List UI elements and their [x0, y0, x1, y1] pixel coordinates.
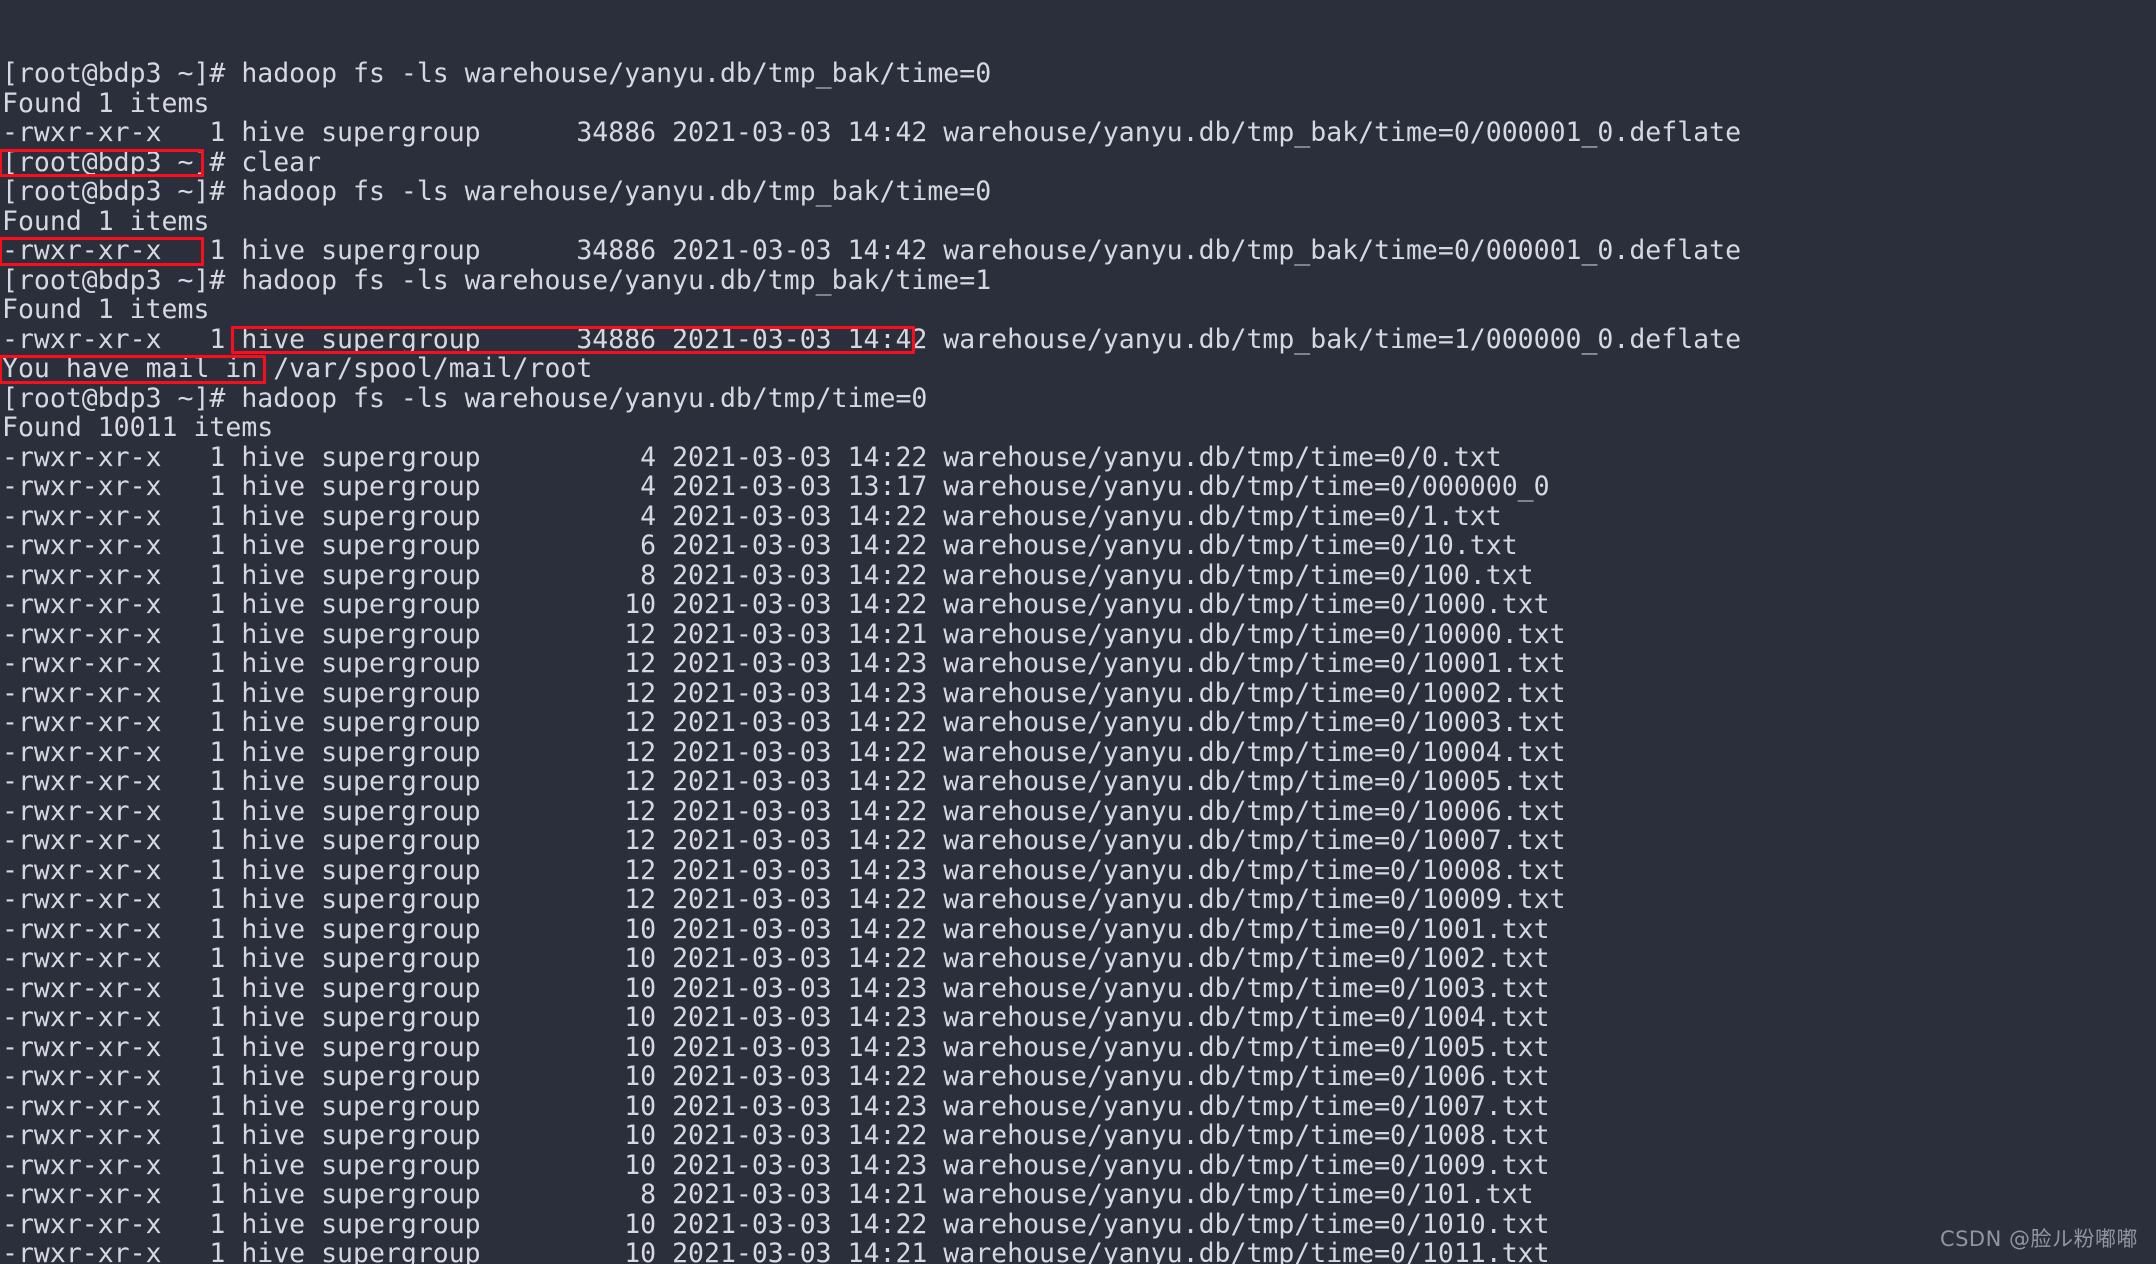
terminal-line: -rwxr-xr-x 1 hive supergroup 4 2021-03-0… [2, 441, 1502, 473]
terminal-line: -rwxr-xr-x 1 hive supergroup 12 2021-03-… [2, 795, 1566, 827]
terminal-line: -rwxr-xr-x 1 hive supergroup 10 2021-03-… [2, 1149, 1550, 1181]
terminal-line: -rwxr-xr-x 1 hive supergroup 10 2021-03-… [2, 589, 1550, 620]
terminal-output: [root@bdp3 ~]# hadoop fs -ls warehouse/y… [2, 59, 2156, 1264]
terminal-line: -rwxr-xr-x 1 hive supergroup 10 2021-03-… [2, 1061, 1550, 1092]
terminal-line: Found 10011 items [2, 412, 274, 443]
terminal-line: [root@bdp3 ~]# hadoop fs -ls warehouse/y… [2, 176, 992, 207]
terminal-line: -rwxr-xr-x 1 hive supergroup 6 2021-03-0… [2, 530, 1518, 561]
terminal-line: [root@bdp3 ~]# hadoop fs -ls warehouse/y… [2, 58, 992, 89]
terminal-line: [root@bdp3 ~]# hadoop fs -ls warehouse/y… [2, 264, 992, 296]
terminal-line: [root@bdp3 ~]# hadoop fs -ls warehouse/y… [2, 382, 928, 414]
terminal-line: -rwxr-xr-x 1 hive supergroup 10 2021-03-… [2, 972, 1550, 1004]
terminal-line: -rwxr-xr-x 1 hive supergroup 8 2021-03-0… [2, 1179, 1534, 1210]
terminal-line: Found 1 items [2, 205, 210, 237]
terminal-line: -rwxr-xr-x 1 hive supergroup 10 2021-03-… [2, 1031, 1550, 1063]
terminal-line: -rwxr-xr-x 1 hive supergroup 12 2021-03-… [2, 854, 1566, 886]
terminal-line: -rwxr-xr-x 1 hive supergroup 12 2021-03-… [2, 648, 1566, 679]
terminal-line: -rwxr-xr-x 1 hive supergroup 10 2021-03-… [2, 1002, 1550, 1033]
terminal-line: -rwxr-xr-x 1 hive supergroup 10 2021-03-… [2, 1238, 1550, 1264]
terminal-line: -rwxr-xr-x 1 hive supergroup 4 2021-03-0… [2, 471, 1550, 502]
terminal-line: -rwxr-xr-x 1 hive supergroup 10 2021-03-… [2, 913, 1550, 945]
terminal-window[interactable]: [root@bdp3 ~]# hadoop fs -ls warehouse/y… [0, 0, 2156, 1264]
terminal-line: -rwxr-xr-x 1 hive supergroup 12 2021-03-… [2, 618, 1566, 650]
terminal-line: -rwxr-xr-x 1 hive supergroup 12 2021-03-… [2, 884, 1566, 915]
terminal-line: Found 1 items [2, 294, 210, 325]
terminal-line: -rwxr-xr-x 1 hive supergroup 10 2021-03-… [2, 1208, 1550, 1240]
terminal-line: -rwxr-xr-x 1 hive supergroup 10 2021-03-… [2, 1090, 1550, 1122]
terminal-line: [root@bdp3 ~]# clear [2, 146, 322, 178]
terminal-line: -rwxr-xr-x 1 hive supergroup 34886 2021-… [2, 235, 1742, 266]
terminal-line: -rwxr-xr-x 1 hive supergroup 34886 2021-… [2, 323, 1742, 355]
terminal-line: You have mail in /var/spool/mail/root [2, 353, 593, 384]
terminal-line: -rwxr-xr-x 1 hive supergroup 12 2021-03-… [2, 677, 1566, 709]
terminal-line: -rwxr-xr-x 1 hive supergroup 12 2021-03-… [2, 736, 1566, 768]
terminal-line: -rwxr-xr-x 1 hive supergroup 12 2021-03-… [2, 766, 1566, 797]
terminal-line: -rwxr-xr-x 1 hive supergroup 34886 2021-… [2, 117, 1742, 148]
csdn-watermark: CSDN @脸ル粉嘟嘟 [1939, 1226, 2138, 1251]
terminal-line: -rwxr-xr-x 1 hive supergroup 8 2021-03-0… [2, 559, 1534, 591]
terminal-line: -rwxr-xr-x 1 hive supergroup 12 2021-03-… [2, 707, 1566, 738]
terminal-line: -rwxr-xr-x 1 hive supergroup 10 2021-03-… [2, 943, 1550, 974]
terminal-line: -rwxr-xr-x 1 hive supergroup 10 2021-03-… [2, 1120, 1550, 1151]
terminal-line: -rwxr-xr-x 1 hive supergroup 4 2021-03-0… [2, 500, 1502, 532]
terminal-line: -rwxr-xr-x 1 hive supergroup 12 2021-03-… [2, 825, 1566, 856]
terminal-line: Found 1 items [2, 87, 210, 119]
